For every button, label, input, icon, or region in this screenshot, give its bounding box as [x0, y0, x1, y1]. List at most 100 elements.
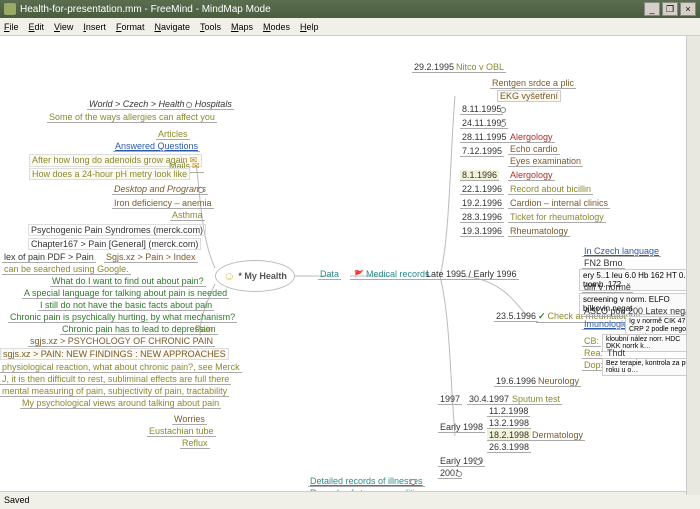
- topic-node[interactable]: Neurology: [536, 376, 581, 387]
- text-node[interactable]: FN2 Brno: [582, 258, 625, 269]
- node[interactable]: Articles: [156, 129, 190, 140]
- topic-node[interactable]: Record about bicillin: [508, 184, 593, 195]
- breadcrumb-node[interactable]: World > Czech > Health > Hospitals: [87, 99, 234, 110]
- node-late-1995[interactable]: Late 1995 / Early 1996: [424, 269, 519, 280]
- date-node[interactable]: 13.2.1998: [487, 418, 531, 429]
- topic-node[interactable]: Echo cardio: [508, 144, 560, 155]
- topic-node[interactable]: Sputum test: [510, 394, 562, 405]
- menu-format[interactable]: Format: [116, 22, 145, 32]
- year-node[interactable]: Early 1998: [438, 422, 485, 433]
- menu-tools[interactable]: Tools: [200, 22, 221, 32]
- menu-modes[interactable]: Modes: [263, 22, 290, 32]
- node[interactable]: Desktop and Programs: [112, 184, 208, 195]
- date-node[interactable]: 26.3.1998: [487, 442, 531, 453]
- label-node[interactable]: CB:: [582, 336, 601, 347]
- menu-file[interactable]: File: [4, 22, 19, 32]
- topic-node[interactable]: Ticket for rheumatology: [508, 212, 606, 223]
- boxed-node[interactable]: Psychogenic Pain Syndromes (merck.com): [28, 224, 206, 236]
- topic-node[interactable]: Rheumatology: [508, 226, 570, 237]
- fold-dot[interactable]: [456, 471, 462, 477]
- boxed-node[interactable]: Chapter167 > Pain [General] (merck.com): [28, 238, 201, 250]
- node[interactable]: Some of the ways allergies can affect yo…: [47, 112, 217, 123]
- node[interactable]: My psychological views around talking ab…: [20, 398, 221, 409]
- date-node[interactable]: 18.2.1998: [487, 430, 531, 441]
- node[interactable]: Asthma: [170, 210, 205, 221]
- node[interactable]: lex of pain PDF > Pain: [2, 252, 96, 263]
- check-icon: [538, 311, 548, 321]
- date-node[interactable]: 8.1.1996: [460, 170, 499, 181]
- date-node[interactable]: 19.2.1996: [460, 198, 504, 209]
- node[interactable]: can be searched using Google.: [2, 264, 131, 275]
- scrollbar-vertical[interactable]: [686, 36, 700, 495]
- menu-navigate[interactable]: Navigate: [154, 22, 190, 32]
- close-button[interactable]: ×: [680, 2, 696, 16]
- node[interactable]: J, it is then difficult to rest, sublimi…: [0, 374, 231, 385]
- topic-node[interactable]: Cardion – internal clinics: [508, 198, 610, 209]
- menu-maps[interactable]: Maps: [231, 22, 253, 32]
- topic-node[interactable]: EKG vyšetření: [497, 90, 561, 102]
- date-node[interactable]: 11.2.1998: [487, 406, 530, 417]
- menu-view[interactable]: View: [54, 22, 73, 32]
- menu-help[interactable]: Help: [300, 22, 319, 32]
- menu-insert[interactable]: Insert: [83, 22, 106, 32]
- node[interactable]: What do I want to find out about pain?: [50, 276, 206, 287]
- node[interactable]: I still do not have the basic facts abou…: [38, 300, 214, 311]
- node[interactable]: mental measuring of pain, subjectivity o…: [0, 386, 229, 397]
- topic-node[interactable]: Eyes examination: [508, 156, 583, 167]
- topic-node[interactable]: Dermatology: [530, 430, 585, 441]
- date-node[interactable]: 19.3.1996: [460, 226, 504, 237]
- fold-dot[interactable]: [198, 187, 204, 193]
- date-node[interactable]: 22.1.1996: [460, 184, 504, 195]
- maximize-button[interactable]: ❐: [662, 2, 678, 16]
- year-node[interactable]: 1997: [438, 394, 462, 405]
- node-medical-records[interactable]: Medical records: [350, 269, 432, 280]
- link-node[interactable]: In Czech language: [582, 246, 661, 257]
- status-text: Saved: [4, 495, 30, 505]
- fold-dot[interactable]: [500, 121, 506, 127]
- window-title: Health-for-presentation.mm - FreeMind - …: [20, 4, 271, 15]
- node[interactable]: Iron deficiency – anemia: [112, 198, 214, 209]
- root-label: * My Health: [238, 271, 287, 281]
- link-node[interactable]: Imunologie: [582, 319, 630, 330]
- fold-dot[interactable]: [410, 479, 416, 485]
- node-pain[interactable]: Pain: [193, 324, 215, 335]
- node[interactable]: A special language for talking about pai…: [22, 288, 229, 299]
- date-node[interactable]: 7.12.1995: [460, 146, 504, 157]
- node-data[interactable]: Data: [318, 269, 341, 280]
- node[interactable]: sgjs.xz > PSYCHOLOGY OF CHRONIC PAIN: [28, 336, 215, 347]
- menu-bar: File Edit View Insert Format Navigate To…: [0, 18, 700, 36]
- fold-dot[interactable]: [500, 107, 506, 113]
- node[interactable]: Records of strange conditions: [308, 488, 431, 491]
- topic-node[interactable]: Alergology: [508, 170, 555, 181]
- menu-edit[interactable]: Edit: [29, 22, 45, 32]
- fold-dot[interactable]: [186, 102, 192, 108]
- topic-node[interactable]: Alergology: [508, 132, 555, 143]
- title-bar: Health-for-presentation.mm - FreeMind - …: [0, 0, 700, 18]
- date-node[interactable]: 30.4.1997: [467, 394, 511, 405]
- fold-dot[interactable]: [475, 459, 481, 465]
- date-node[interactable]: 29.2.1995: [412, 62, 456, 73]
- node[interactable]: physiological reaction, what about chron…: [0, 362, 242, 373]
- boxed-node[interactable]: sgjs.xz > PAIN: NEW FINDINGS : NEW APPRO…: [0, 348, 229, 360]
- node[interactable]: Worries: [172, 414, 207, 425]
- date-node[interactable]: 28.11.1995: [460, 132, 508, 143]
- flag-icon: [352, 269, 366, 279]
- link-node[interactable]: Detailed records of illnesses: [308, 476, 425, 487]
- link-node[interactable]: Answered Questions: [113, 141, 200, 152]
- mindmap-canvas[interactable]: * My Health Data Medical records Late 19…: [0, 36, 700, 491]
- date-node[interactable]: 28.3.1996: [460, 212, 504, 223]
- minimize-button[interactable]: _: [644, 2, 660, 16]
- node[interactable]: Sgjs.xz > Pain > Index: [104, 252, 198, 263]
- date-node[interactable]: 8.11.1995: [460, 104, 503, 115]
- node[interactable]: Chronic pain is psychically hurting, by …: [8, 312, 237, 323]
- status-bar: Saved: [0, 491, 700, 507]
- boxed-node[interactable]: How does a 24-hour pH metry look like: [29, 168, 190, 180]
- topic-node[interactable]: Rentgen srdce a plic: [490, 78, 576, 89]
- date-node[interactable]: 23.5.1996: [494, 311, 538, 322]
- text-node[interactable]: diff v normě: [582, 282, 633, 293]
- topic-node[interactable]: Nitco v OBL: [454, 62, 506, 73]
- date-node[interactable]: 19.6.1996: [494, 376, 538, 387]
- node[interactable]: Eustachian tube: [147, 426, 216, 437]
- node[interactable]: Reflux: [180, 438, 210, 449]
- mail-icon: [190, 161, 202, 171]
